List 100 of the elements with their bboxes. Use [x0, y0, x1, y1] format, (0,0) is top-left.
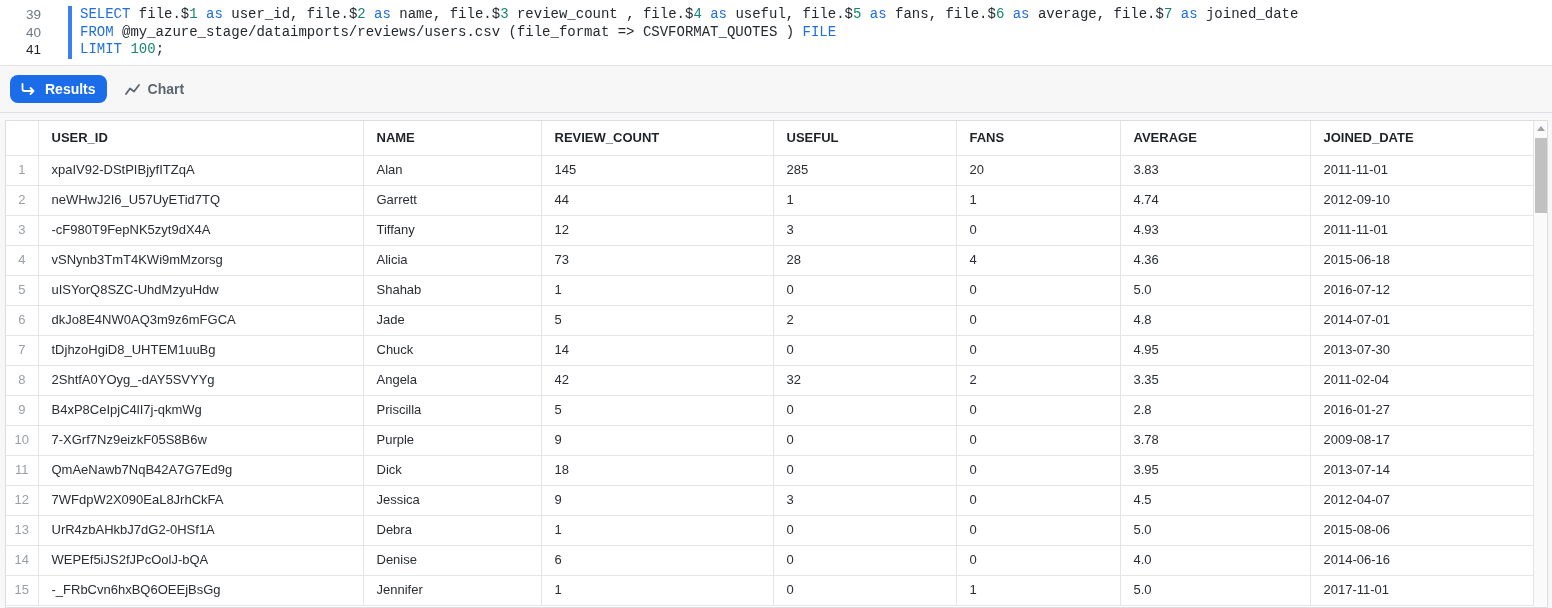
table-cell: Alan: [363, 155, 541, 185]
table-cell: Shahab: [363, 275, 541, 305]
table-cell: 6: [541, 545, 773, 575]
table-cell: 4.95: [1120, 335, 1310, 365]
line-number: 41: [24, 41, 41, 59]
table-cell: 2011-11-01: [1310, 215, 1533, 245]
table-cell: 2014-07-01: [1310, 305, 1533, 335]
table-cell: 2015-08-06: [1310, 515, 1533, 545]
table-cell: uISYorQ8SZC-UhdMzyuHdw: [38, 275, 363, 305]
table-cell: 5.0: [1120, 515, 1310, 545]
table-cell: 145: [541, 155, 773, 185]
return-arrow-icon: [21, 82, 35, 96]
table-cell: vSNynb3TmT4KWi9mMzorsg: [38, 245, 363, 275]
table-cell: 0: [773, 275, 956, 305]
table-cell: 0: [773, 545, 956, 575]
table-cell: Priscilla: [363, 395, 541, 425]
table-cell: 3.83: [1120, 155, 1310, 185]
table-cell: 2009-08-17: [1310, 425, 1533, 455]
row-number: 5: [6, 275, 38, 305]
column-header: AVERAGE: [1120, 121, 1310, 155]
table-cell: 1: [541, 515, 773, 545]
scrollbar-thumb[interactable]: [1534, 138, 1547, 213]
chart-tab[interactable]: Chart: [118, 75, 191, 103]
row-number: 8: [6, 365, 38, 395]
table-cell: 4.5: [1120, 485, 1310, 515]
table-cell: 2015-06-18: [1310, 245, 1533, 275]
table-cell: 5.0: [1120, 575, 1310, 605]
table-cell: Tiffany: [363, 215, 541, 245]
table-cell: 1: [773, 185, 956, 215]
table-cell: 3.95: [1120, 455, 1310, 485]
row-number: 15: [6, 575, 38, 605]
table-cell: 3: [773, 485, 956, 515]
table-cell: 0: [773, 425, 956, 455]
table-cell: 2016-07-12: [1310, 275, 1533, 305]
table-cell: 0: [956, 395, 1120, 425]
table-cell: 2012-04-07: [1310, 485, 1533, 515]
row-number: 13: [6, 515, 38, 545]
results-tab[interactable]: Results: [10, 75, 107, 103]
row-number: 3: [6, 215, 38, 245]
table-cell: 2012-09-10: [1310, 185, 1533, 215]
table-cell: 2013-07-30: [1310, 335, 1533, 365]
table-cell: -_FRbCvn6hxBQ6OEEjBsGg: [38, 575, 363, 605]
table-cell: 2016-01-27: [1310, 395, 1533, 425]
row-number: 9: [6, 395, 38, 425]
table-cell: 0: [956, 275, 1120, 305]
table-cell: 0: [773, 335, 956, 365]
table-cell: Garrett: [363, 185, 541, 215]
line-number: 39: [24, 6, 41, 24]
table-cell: 5: [541, 395, 773, 425]
table-cell: 2013-07-14: [1310, 455, 1533, 485]
table-cell: 2011-02-04: [1310, 365, 1533, 395]
table-cell: 3: [773, 215, 956, 245]
table-cell: 20: [956, 155, 1120, 185]
column-header: JOINED_DATE: [1310, 121, 1533, 155]
table-cell: 4.93: [1120, 215, 1310, 245]
table-cell: Alicia: [363, 245, 541, 275]
code-line: FROM @my_azure_stage/dataimports/reviews/users.csv (file_format => CSVFORMAT_QUOTES ) FILE: [68, 23, 837, 41]
line-number: 40: [24, 23, 41, 41]
table-cell: B4xP8CeIpjC4lI7j-qkmWg: [38, 395, 363, 425]
table-cell: 0: [956, 215, 1120, 245]
table-cell: 4.36: [1120, 245, 1310, 275]
table-cell: WEPEf5iJS2fJPcOolJ-bQA: [38, 545, 363, 575]
table-cell: Chuck: [363, 335, 541, 365]
row-number: 7: [6, 335, 38, 365]
scroll-up-arrow-icon[interactable]: [1536, 126, 1545, 131]
column-header: USER_ID: [38, 121, 363, 155]
table-cell: 2: [773, 305, 956, 335]
table-cell: 4: [956, 245, 1120, 275]
table-cell: 0: [773, 575, 956, 605]
row-number: 12: [6, 485, 38, 515]
table-cell: 2011-11-01: [1310, 155, 1533, 185]
table-cell: 285: [773, 155, 956, 185]
table-cell: 0: [956, 545, 1120, 575]
table-cell: 2014-06-16: [1310, 545, 1533, 575]
table-cell: UrR4zbAHkbJ7dG2-0HSf1A: [38, 515, 363, 545]
trend-line-icon: [124, 83, 140, 95]
table-cell: 28: [773, 245, 956, 275]
column-header: NAME: [363, 121, 541, 155]
table-cell: 0: [773, 455, 956, 485]
table-cell: 4.0: [1120, 545, 1310, 575]
table-cell: 0: [773, 395, 956, 425]
table-cell: 0: [956, 305, 1120, 335]
table-cell: 32: [773, 365, 956, 395]
column-header: USEFUL: [773, 121, 956, 155]
code-line: SELECT file.$1 as user_id, file.$2 as name, file.$3 review_count , file.$4 as useful, file.$5 as fans, file.$6 as average, file.$7 as joined_date: [68, 6, 1299, 24]
table-cell: -cF980T9FepNK5zyt9dX4A: [38, 215, 363, 245]
table-cell: 7WFdpW2X090EaL8JrhCkFA: [38, 485, 363, 515]
table-cell: Purple: [363, 425, 541, 455]
table-cell: 0: [773, 515, 956, 545]
code-line: LIMIT 100;: [68, 41, 165, 59]
table-cell: 42: [541, 365, 773, 395]
table-cell: 2: [956, 365, 1120, 395]
table-cell: Jade: [363, 305, 541, 335]
table-cell: 4.8: [1120, 305, 1310, 335]
table-cell: 12: [541, 215, 773, 245]
table-cell: 3.35: [1120, 365, 1310, 395]
table-cell: 1: [541, 275, 773, 305]
table-cell: 7-XGrf7Nz9eizkF05S8B6w: [38, 425, 363, 455]
table-cell: 18: [541, 455, 773, 485]
table-cell: 2.8: [1120, 395, 1310, 425]
